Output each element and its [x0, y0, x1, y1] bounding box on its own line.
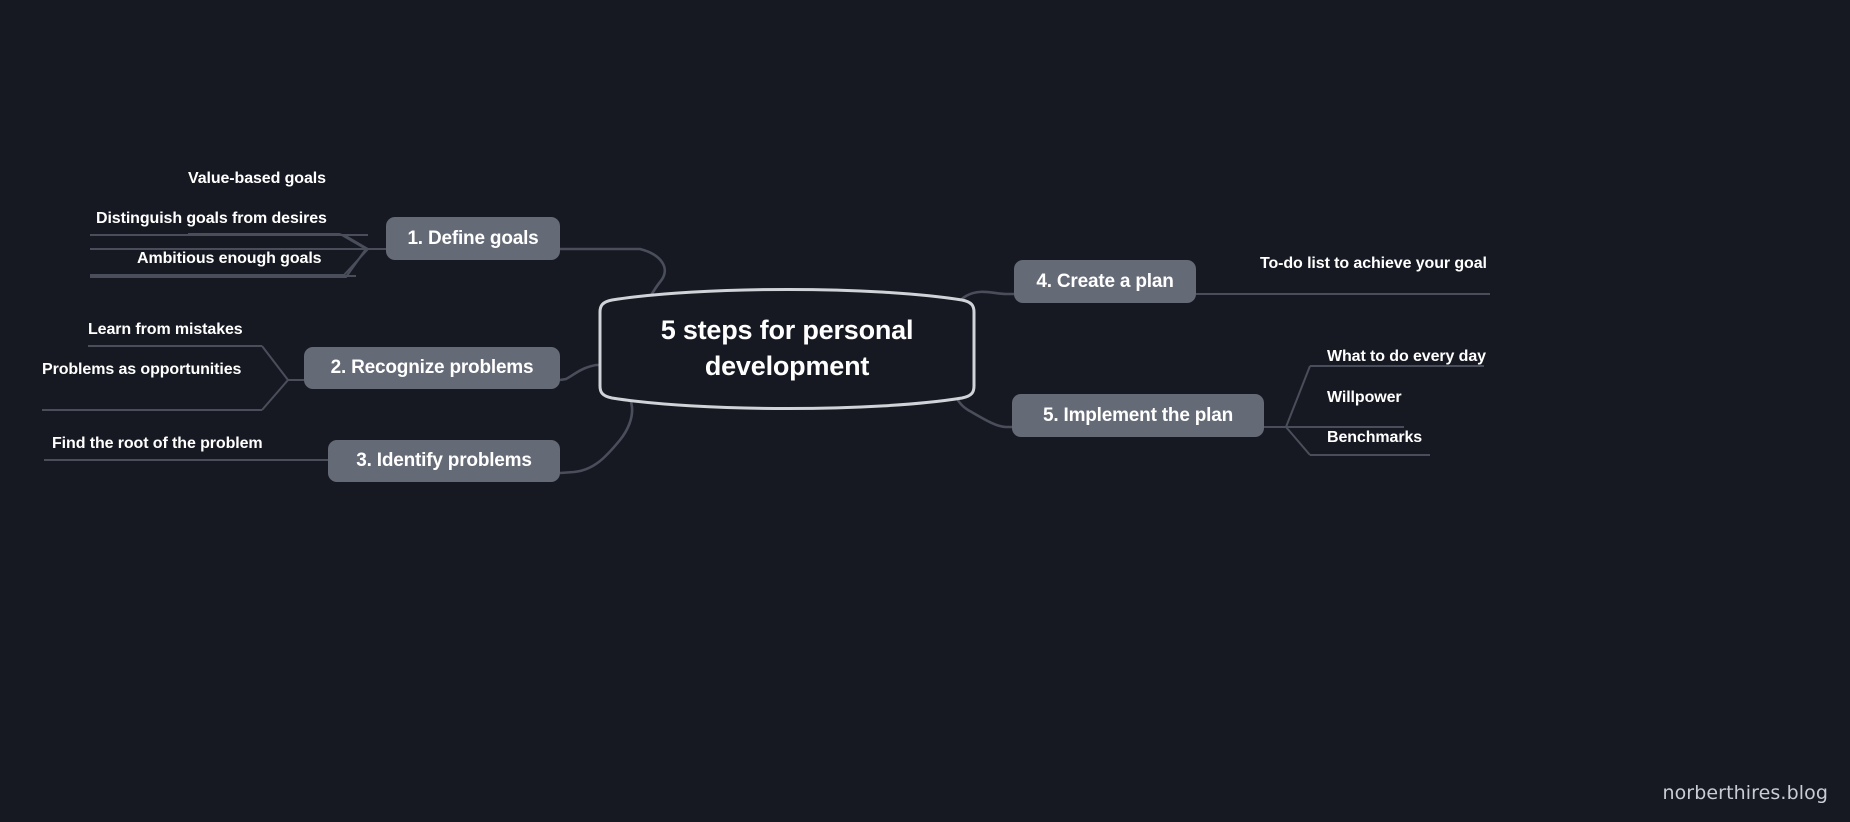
branch-2-fan: [42, 345, 304, 411]
leaf-label-learn-from-mistakes[interactable]: Learn from mistakes: [88, 322, 243, 338]
leaf-joint-define-goals: [344, 237, 386, 249]
branch-node-label: 4. Create a plan: [1036, 270, 1174, 292]
leaf-label-what-to-do-every-day[interactable]: What to do every day: [1327, 349, 1486, 365]
leaf-label-value-based-goals[interactable]: Value-based goals: [188, 171, 326, 187]
mindmap-canvas: 5 steps for personal development 1. Defi…: [0, 0, 1850, 822]
branch-node-identify-problems[interactable]: 3. Identify problems: [328, 440, 560, 482]
branch-node-label: 1. Define goals: [407, 227, 539, 249]
leaf-label-distinguish-goals-from-desires[interactable]: Distinguish goals from desires: [96, 211, 327, 227]
leaf-label-ambitious-enough-goals[interactable]: Ambitious enough goals: [137, 251, 322, 267]
connector-layer: [42, 233, 1490, 475]
branch-node-define-goals[interactable]: 1. Define goals: [386, 217, 560, 260]
leaf-label-find-the-root-of-the-problem[interactable]: Find the root of the problem: [52, 436, 263, 452]
leaf-joint2-define-goals: [348, 249, 386, 276]
branch-node-label: 2. Recognize problems: [330, 357, 534, 378]
center-node[interactable]: 5 steps for personal development: [598, 288, 976, 410]
branch-node-label: 3. Identify problems: [356, 450, 532, 471]
leaf-label-willpower[interactable]: Willpower: [1327, 390, 1402, 406]
branch-node-label: 5. Implement the plan: [1042, 404, 1234, 426]
branch-node-recognize-problems[interactable]: 2. Recognize problems: [304, 347, 560, 389]
leaf-label-to-do-list-to-achieve-your-goal[interactable]: To-do list to achieve your goal: [1260, 256, 1487, 272]
leaf-label-problems-as-opportunities[interactable]: Problems as opportunities: [42, 362, 241, 378]
watermark: norberthires.blog: [1662, 782, 1828, 804]
leaf-label-benchmarks[interactable]: Benchmarks: [1327, 430, 1422, 446]
branch-node-create-a-plan[interactable]: 4. Create a plan: [1014, 260, 1196, 303]
branch-node-implement-the-plan[interactable]: 5. Implement the plan: [1012, 394, 1264, 437]
center-node-label: 5 steps for personal development: [660, 315, 914, 381]
leaf-line-value-based-goals: [90, 234, 386, 250]
leaf-spine-define-goals: [352, 237, 372, 275]
